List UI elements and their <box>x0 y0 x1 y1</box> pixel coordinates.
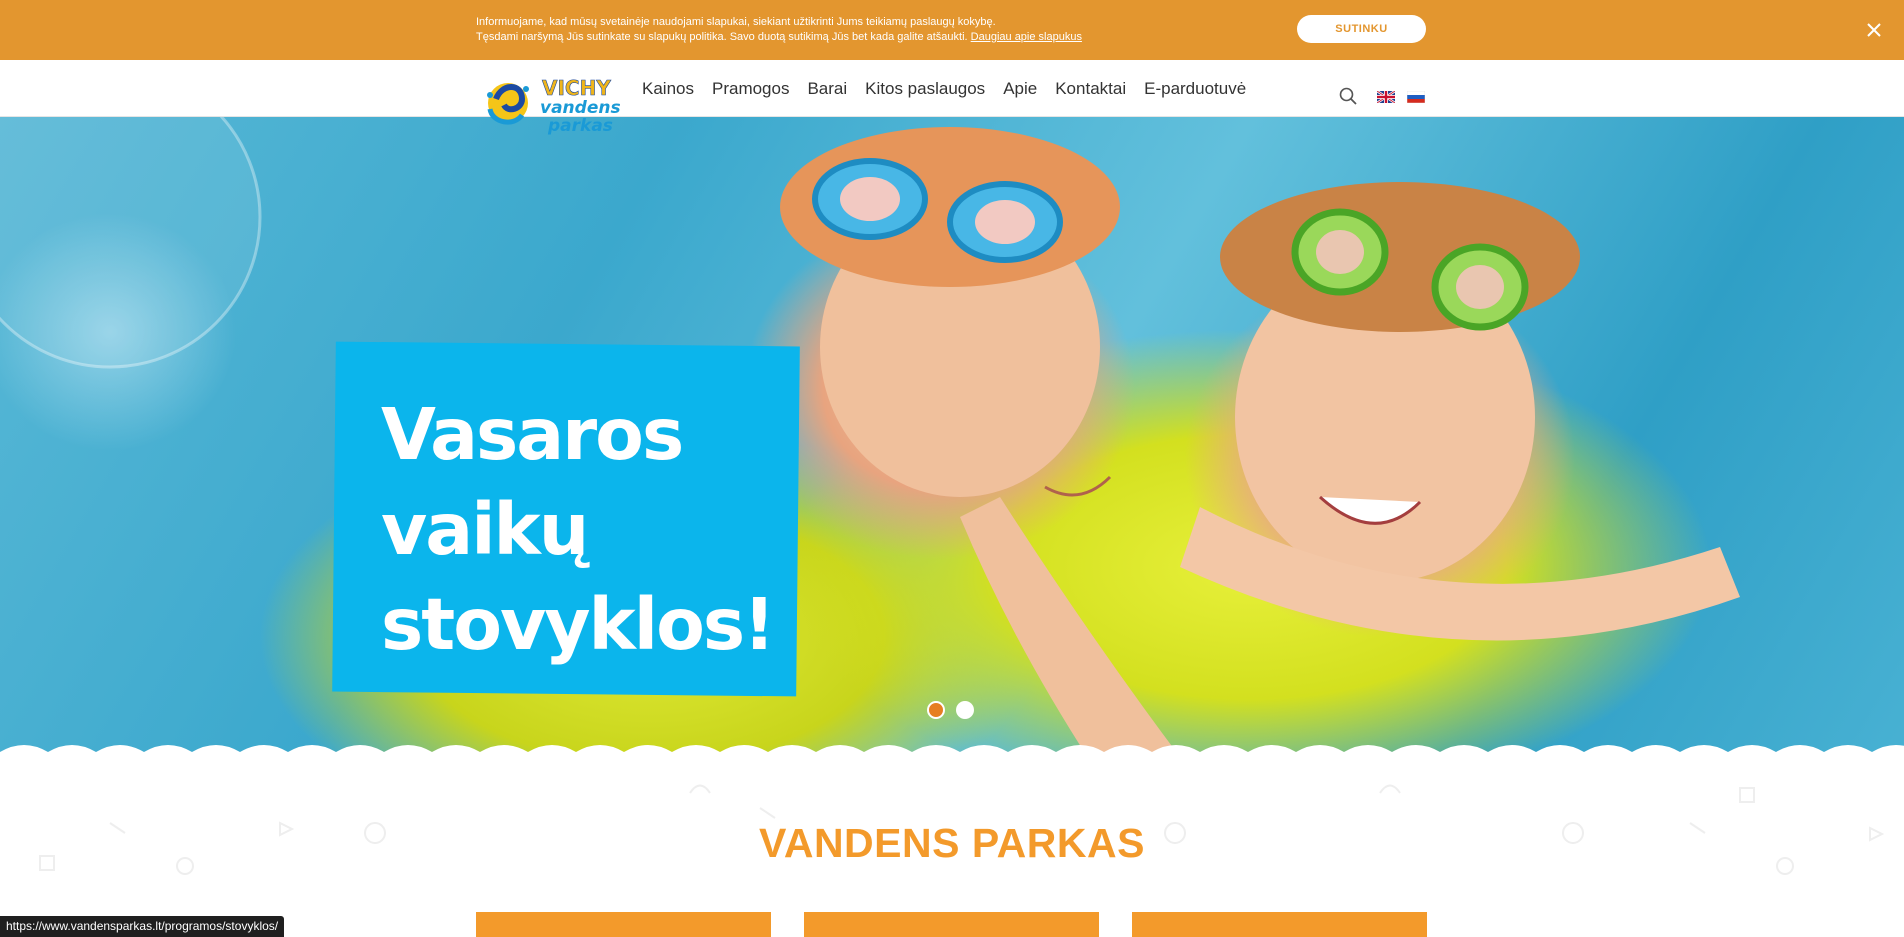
logo-line-2: vandens <box>540 98 621 118</box>
nav-item-apie[interactable]: Apie <box>1003 79 1037 99</box>
slider-dot-2[interactable] <box>956 701 974 719</box>
hero-photo-image <box>0 117 1740 761</box>
cookie-message-line-1: Informuojame, kad mūsų svetainėje naudoj… <box>476 16 996 28</box>
nav-item-barai[interactable]: Barai <box>807 79 847 99</box>
logo-line-1: VICHY <box>542 76 611 100</box>
cookie-message: Informuojame, kad mūsų svetainėje naudoj… <box>476 15 1236 45</box>
logo-splash-icon <box>487 83 529 125</box>
nav-item-kontaktai[interactable]: Kontaktai <box>1055 79 1126 99</box>
site-logo[interactable]: VICHY vandens parkas <box>478 75 628 141</box>
feature-card-2[interactable] <box>804 912 1099 937</box>
main-nav: Kainos Pramogos Barai Kitos paslaugos Ap… <box>633 60 1255 117</box>
nav-item-pramogos[interactable]: Pramogos <box>712 79 789 99</box>
logo-line-3: parkas <box>547 116 613 136</box>
nav-item-kainos[interactable]: Kainos <box>642 79 694 99</box>
ru-flag-icon[interactable] <box>1407 91 1425 103</box>
nav-item-kitos-paslaugos[interactable]: Kitos paslaugos <box>865 79 985 99</box>
en-flag-icon[interactable] <box>1377 91 1395 103</box>
close-icon[interactable] <box>1864 20 1884 40</box>
slider-pagination <box>927 701 974 719</box>
search-icon[interactable] <box>1338 86 1358 106</box>
nav-item-e-parduotuve[interactable]: E-parduotuvė <box>1144 79 1246 99</box>
hero-heading[interactable]: Vasaros vaikų stovyklos! <box>381 387 781 672</box>
hero-heading-line-1: Vasaros <box>381 393 684 476</box>
status-bar-url: https://www.vandensparkas.lt/programos/s… <box>0 916 285 937</box>
feature-card-1[interactable] <box>476 912 771 937</box>
cookie-policy-link[interactable]: Daugiau apie slapukus <box>971 31 1082 43</box>
cookie-message-line-2-text: Tęsdami naršymą Jūs sutinkate su slapukų… <box>476 31 968 43</box>
wave-divider <box>0 745 1904 768</box>
section-title: VANDENS PARKAS <box>759 820 1145 866</box>
hero-heading-line-3: stovyklos! <box>381 583 776 666</box>
cookie-accept-button[interactable]: SUTINKU <box>1297 15 1426 43</box>
hero-heading-line-2: vaikų <box>381 488 589 571</box>
hero-slider[interactable]: Vasaros vaikų stovyklos! <box>0 117 1904 761</box>
feature-card-3[interactable] <box>1132 912 1427 937</box>
cookie-banner: Informuojame, kad mūsų svetainėje naudoj… <box>0 0 1904 60</box>
slider-dot-1[interactable] <box>927 701 945 719</box>
cookie-message-line-2: Tęsdami naršymą Jūs sutinkate su slapukų… <box>476 30 1236 45</box>
